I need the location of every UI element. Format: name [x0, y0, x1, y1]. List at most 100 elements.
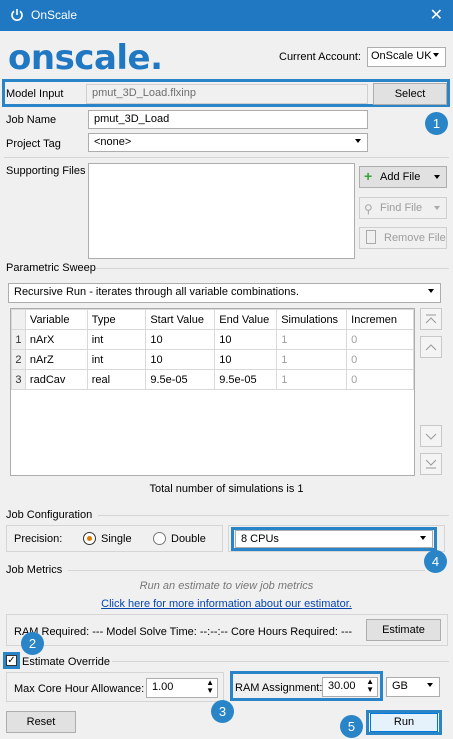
divider: [4, 157, 449, 158]
estimator-info-link[interactable]: Click here for more information about ou…: [0, 598, 453, 610]
spin-icon[interactable]: ▲ ▼: [206, 679, 214, 695]
title-bar: OnScale ✕: [0, 0, 453, 31]
column-header[interactable]: Simulations: [276, 309, 348, 330]
spin-icon[interactable]: ▲ ▼: [366, 678, 374, 694]
column-header[interactable]: Type: [86, 309, 147, 330]
cell: 1: [276, 369, 348, 390]
cell: 0: [346, 369, 414, 390]
estimate-override-checkbox[interactable]: ✓: [6, 655, 17, 666]
metrics-summary: RAM Required: --- Model Solve Time: --:-…: [14, 626, 353, 638]
cell[interactable]: 9.5e-05: [214, 369, 278, 390]
chevron-down-icon: [434, 206, 440, 210]
run-button[interactable]: Run: [370, 713, 438, 732]
cell: 1: [276, 329, 348, 350]
cell[interactable]: nArX: [24, 329, 88, 350]
table-row[interactable]: 3 radCav real 9.5e-05 9.5e-05 1 0: [11, 369, 414, 390]
cell[interactable]: 10: [214, 329, 278, 350]
ram-unit-select[interactable]: GB: [386, 677, 440, 697]
job-config-title: Job Configuration: [6, 509, 93, 521]
job-metrics-title: Job Metrics: [6, 564, 63, 576]
chevron-down-icon: [428, 289, 434, 293]
precision-label: Precision:: [14, 533, 63, 545]
callout-4: 4: [424, 550, 447, 573]
plus-icon: +: [364, 168, 373, 184]
chevron-down-icon: [420, 536, 426, 540]
double-radio[interactable]: [153, 532, 166, 545]
divider: [68, 570, 425, 571]
parametric-sweep-title: Parametric Sweep: [6, 262, 96, 274]
table-row[interactable]: 1 nArX int 10 10 1 0: [11, 329, 414, 350]
total-simulations: Total number of simulations is 1: [149, 483, 304, 495]
cell[interactable]: 10: [214, 349, 278, 370]
cell: 1: [276, 349, 348, 370]
row-number: 1: [11, 329, 26, 350]
single-label: Single: [101, 533, 132, 545]
supporting-files-list[interactable]: [88, 163, 355, 259]
cell: 0: [346, 329, 414, 350]
logo: onscale.: [8, 38, 163, 78]
metrics-hint: Run an estimate to view job metrics: [139, 580, 314, 592]
row-number: 3: [11, 369, 26, 390]
column-header[interactable]: Incremen: [346, 309, 414, 330]
divider: [112, 661, 449, 662]
project-tag-select[interactable]: <none>: [88, 133, 368, 152]
cell[interactable]: radCav: [24, 369, 88, 390]
job-name-field[interactable]: pmut_3D_Load: [88, 110, 368, 129]
column-header[interactable]: End Value: [214, 309, 278, 330]
supporting-files-label: Supporting Files: [6, 165, 86, 177]
chevron-down-icon: [355, 139, 361, 143]
row-number: 2: [11, 349, 26, 370]
remove-file-button[interactable]: Remove File: [359, 227, 447, 249]
search-icon: ⚲: [364, 202, 373, 216]
chevron-down-icon: [427, 683, 433, 687]
window-title: OnScale: [31, 8, 78, 22]
max-core-field[interactable]: 1.00 ▲ ▼: [146, 678, 218, 698]
cell[interactable]: int: [86, 349, 147, 370]
chevron-down-icon: [425, 433, 437, 440]
double-label: Double: [171, 533, 206, 545]
cell[interactable]: 9.5e-05: [145, 369, 216, 390]
cell[interactable]: nArZ: [24, 349, 88, 370]
radio-dot: [87, 536, 92, 541]
move-up-button[interactable]: [420, 336, 442, 358]
divider: [98, 515, 449, 516]
ram-field[interactable]: 30.00 ▲ ▼: [322, 677, 378, 697]
select-button[interactable]: Select: [373, 83, 447, 105]
close-icon[interactable]: ✕: [430, 5, 443, 25]
cpu-select[interactable]: 8 CPUs: [235, 530, 433, 548]
sweep-table: Variable Type Start Value End Value Simu…: [11, 309, 414, 390]
cell[interactable]: real: [86, 369, 147, 390]
chevron-down-icon: [434, 175, 440, 179]
cell[interactable]: 10: [145, 329, 216, 350]
estimate-override-label: Estimate Override: [22, 656, 111, 668]
reset-button[interactable]: Reset: [6, 711, 76, 733]
model-input-label: Model Input: [6, 88, 64, 100]
callout-2: 2: [21, 632, 44, 655]
single-radio[interactable]: [83, 532, 96, 545]
move-bottom-button[interactable]: [420, 453, 442, 475]
move-bottom-icon: [425, 459, 437, 469]
add-file-button[interactable]: + Add File: [359, 166, 447, 188]
account-select[interactable]: OnScale UK: [367, 47, 446, 67]
callout-1: 1: [425, 112, 448, 135]
cell[interactable]: int: [86, 329, 147, 350]
sweep-mode-select[interactable]: Recursive Run - iterates through all var…: [8, 283, 441, 303]
chevron-up-icon: [425, 344, 437, 351]
model-input-field: pmut_3D_Load.flxinp: [86, 84, 368, 104]
corner-cell: [11, 309, 26, 330]
find-file-button[interactable]: ⚲ Find File: [359, 197, 447, 219]
column-header[interactable]: Variable: [24, 309, 88, 330]
ram-label: RAM Assignment:: [235, 682, 323, 694]
move-down-button[interactable]: [420, 425, 442, 447]
job-name-label: Job Name: [6, 114, 57, 126]
estimate-button[interactable]: Estimate: [366, 619, 441, 641]
move-top-button[interactable]: [420, 308, 442, 330]
callout-3: 3: [211, 700, 234, 723]
account-label: Current Account:: [279, 51, 361, 63]
chevron-down-icon: [433, 53, 439, 57]
cell[interactable]: 10: [145, 349, 216, 370]
column-header[interactable]: Start Value: [145, 309, 216, 330]
project-tag-label: Project Tag: [6, 138, 61, 150]
table-row[interactable]: 2 nArZ int 10 10 1 0: [11, 349, 414, 370]
move-top-icon: [425, 314, 437, 324]
